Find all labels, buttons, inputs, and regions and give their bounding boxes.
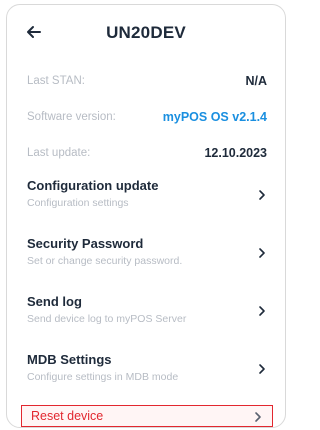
info-row-software-version: Software version: myPOS OS v2.1.4 (7, 103, 285, 139)
chevron-right-icon (259, 248, 265, 258)
info-label: Last update: (27, 147, 91, 159)
menu-item-mdb-settings[interactable]: MDB Settings Configure settings in MDB m… (7, 341, 285, 399)
settings-menu: Configuration update Configuration setti… (7, 167, 285, 399)
info-value: 12.10.2023 (204, 146, 267, 160)
chevron-right-icon (259, 364, 265, 374)
info-label: Software version: (27, 111, 116, 123)
device-info: Last STAN: N/A Software version: myPOS O… (7, 67, 285, 175)
info-value: myPOS OS v2.1.4 (162, 110, 267, 124)
menu-item-subtitle: Configuration settings (27, 197, 129, 209)
chevron-right-icon (255, 412, 261, 422)
menu-item-title: Send log (27, 294, 82, 309)
menu-item-subtitle: Send device log to myPOS Server (27, 313, 187, 325)
menu-item-configuration-update[interactable]: Configuration update Configuration setti… (7, 167, 285, 225)
menu-item-send-log[interactable]: Send log Send device log to myPOS Server (7, 283, 285, 341)
menu-item-title: Security Password (27, 236, 144, 251)
chevron-right-icon (259, 306, 265, 316)
menu-item-subtitle: Set or change security password. (27, 255, 183, 267)
device-settings-screen: UN20DEV Last STAN: N/A Software version:… (6, 4, 286, 428)
page-title: UN20DEV (106, 23, 186, 42)
chevron-right-icon (259, 190, 265, 200)
menu-item-security-password[interactable]: Security Password Set or change security… (7, 225, 285, 283)
menu-item-title: Configuration update (27, 178, 159, 193)
info-label: Last STAN: (27, 75, 85, 87)
info-row-last-stan: Last STAN: N/A (7, 67, 285, 103)
menu-item-subtitle: Configure settings in MDB mode (27, 371, 179, 383)
header: UN20DEV (7, 5, 285, 61)
reset-device-label: Reset device (31, 409, 104, 423)
info-value: N/A (245, 74, 267, 88)
reset-device-button[interactable]: Reset device (21, 405, 273, 427)
menu-item-title: MDB Settings (27, 352, 112, 367)
